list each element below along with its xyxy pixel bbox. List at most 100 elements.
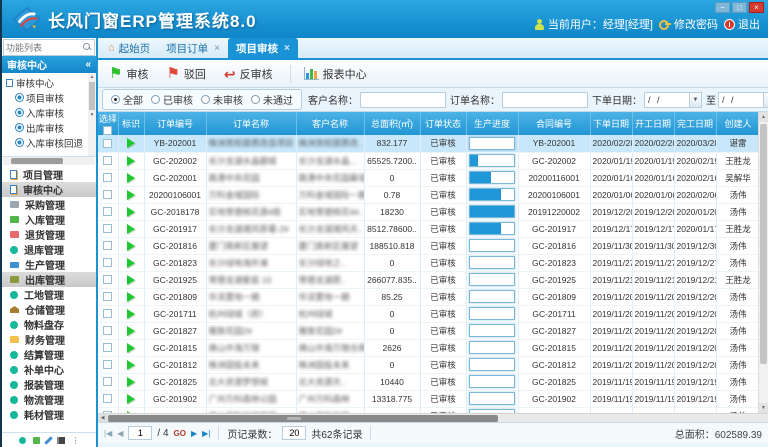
- change-password-button[interactable]: 修改密码: [659, 16, 718, 32]
- filter-text-input[interactable]: [360, 92, 446, 108]
- table-row[interactable]: GC-202001路港中央花园路港中央花园幕墙0已审核2020011600120…: [98, 169, 758, 186]
- row-checkbox[interactable]: [103, 258, 112, 267]
- scrollbar-thumb[interactable]: [108, 415, 498, 422]
- row-checkbox[interactable]: [103, 173, 112, 182]
- calendar-dropdown-icon[interactable]: ▼: [689, 93, 701, 107]
- sidebar-item-1[interactable]: 项目管理: [2, 167, 96, 182]
- table-horizontal-scrollbar[interactable]: ◀: [98, 413, 768, 422]
- sidebar-item-11[interactable]: 物料盘存: [2, 317, 96, 332]
- table-row[interactable]: GC-201812株洲国投未来株洲国投未来0已审核GC-2018122019/1…: [98, 356, 758, 373]
- function-search-input[interactable]: [6, 43, 83, 53]
- last-page-button[interactable]: ▶|: [202, 429, 210, 438]
- tab-3[interactable]: 项目审核×: [228, 38, 298, 58]
- logout-button[interactable]: 退出: [724, 16, 760, 32]
- column-header-客户名称[interactable]: 客户名称: [296, 112, 364, 135]
- sidebar-item-8[interactable]: 出库管理: [2, 272, 96, 287]
- column-header-开工日期[interactable]: 开工日期: [632, 112, 674, 135]
- table-row[interactable]: GC-201711杭州绿城（府）杭州绿城0已审核GC-2017112019/11…: [98, 305, 758, 322]
- table-vertical-scrollbar[interactable]: ▲▼: [758, 112, 768, 413]
- row-checkbox[interactable]: [103, 241, 112, 250]
- row-checkbox[interactable]: [103, 360, 112, 369]
- tab-1[interactable]: ⌂起始页: [100, 38, 158, 58]
- tree-root-item[interactable]: 审核中心: [6, 75, 88, 90]
- row-checkbox[interactable]: [103, 190, 112, 199]
- column-header-创建人[interactable]: 创建人: [716, 112, 758, 135]
- select-all-checkbox[interactable]: [103, 126, 112, 135]
- column-header-下单日期[interactable]: 下单日期: [590, 112, 632, 135]
- sidebar-item-2[interactable]: 审核中心: [2, 182, 96, 197]
- more-icon[interactable]: ⋮: [72, 437, 80, 444]
- date-input[interactable]: / /▼: [718, 92, 768, 108]
- sidebar-item-15[interactable]: 报装管理: [2, 377, 96, 392]
- dot-icon[interactable]: [19, 437, 26, 444]
- calendar-dropdown-icon[interactable]: ▼: [763, 93, 768, 107]
- tree-item-4[interactable]: 入库审核回退: [6, 135, 88, 150]
- next-page-button[interactable]: ▶: [191, 429, 197, 438]
- sidebar-item-9[interactable]: 工地管理: [2, 287, 96, 302]
- row-checkbox[interactable]: [103, 309, 112, 318]
- sidebar-item-16[interactable]: 物流管理: [2, 392, 96, 407]
- date-input[interactable]: / /▼: [644, 92, 702, 108]
- sidebar-item-6[interactable]: 退库管理: [2, 242, 96, 257]
- sidebar-item-13[interactable]: 结算管理: [2, 347, 96, 362]
- tab-close-icon[interactable]: ×: [284, 43, 290, 54]
- column-header-订单编号[interactable]: 订单编号: [144, 112, 206, 135]
- sidebar-item-10[interactable]: 仓储管理: [2, 302, 96, 317]
- table-row[interactable]: GC-201809华滨置地一期华滨置地一期85.25已审核GC-20180920…: [98, 288, 758, 305]
- first-page-button[interactable]: |◀: [104, 429, 112, 438]
- tree-vertical-scrollbar[interactable]: ▲▼: [88, 73, 96, 156]
- radio-未通过[interactable]: 未通过: [251, 92, 293, 107]
- sidebar-item-14[interactable]: 补单中心: [2, 362, 96, 377]
- search-icon[interactable]: [83, 43, 92, 52]
- tree-item-1[interactable]: 项目审核: [6, 90, 88, 105]
- toolbar-button-报表中心[interactable]: 报表中心: [299, 63, 376, 85]
- close-button[interactable]: ×: [749, 2, 764, 13]
- table-row[interactable]: GC-201816厦门高新区展望厦门高新区展望188510.818已审核GC-2…: [98, 237, 758, 254]
- column-header-订单状态[interactable]: 订单状态: [420, 112, 466, 135]
- go-button[interactable]: GO: [174, 429, 186, 438]
- column-header-订单名称[interactable]: 订单名称: [206, 112, 296, 135]
- row-checkbox[interactable]: [103, 275, 112, 284]
- row-checkbox[interactable]: [103, 292, 112, 301]
- column-header-生产进度[interactable]: 生产进度: [466, 112, 518, 135]
- sidebar-item-3[interactable]: 采购管理: [2, 197, 96, 212]
- table-row[interactable]: GC-201917长沙龙湖湘风原著-2#长沙龙湖湘风天..8512.78600.…: [98, 220, 758, 237]
- table-row[interactable]: GC-201925常德龙湖紫宸 10常德龙湖原..266077.835..已审核…: [98, 271, 758, 288]
- table-row[interactable]: GC-202002长沙龙湖水晶郦城长沙龙湖水晶...65525.7200..已审…: [98, 152, 758, 169]
- table-row[interactable]: 20200106001万科金域国际万科金域国际一期0.78已审核20200106…: [98, 186, 758, 203]
- row-checkbox[interactable]: [103, 343, 112, 352]
- radio-未审核[interactable]: 未审核: [201, 92, 243, 107]
- sidebar-item-4[interactable]: 入库管理: [2, 212, 96, 227]
- prev-page-button[interactable]: ◀: [117, 429, 123, 438]
- row-checkbox[interactable]: [103, 139, 112, 148]
- tab-2[interactable]: 项目订单×: [158, 38, 228, 58]
- toolbar-button-审核[interactable]: ⚑审核: [104, 63, 157, 85]
- toolbar-button-反审核[interactable]: ↩反审核: [219, 63, 282, 85]
- table-row[interactable]: YB-202001株洲党校提质改造项目株洲党校提质改...832.177已审核Y…: [98, 135, 758, 152]
- sidebar-item-5[interactable]: 退货管理: [2, 227, 96, 242]
- tree-item-2[interactable]: 入库审核: [6, 105, 88, 120]
- scroll-left-icon[interactable]: ◀: [98, 414, 107, 422]
- page-size-input[interactable]: [282, 426, 306, 440]
- cart-icon[interactable]: [33, 437, 40, 444]
- row-checkbox[interactable]: [103, 224, 112, 233]
- collapse-icon[interactable]: «: [85, 59, 91, 70]
- page-number-input[interactable]: [128, 426, 152, 440]
- minimize-button[interactable]: −: [715, 2, 730, 13]
- table-row[interactable]: GC-201815佛山中海万锦佛山中海万锦仓库2626已审核GC-2018152…: [98, 339, 758, 356]
- filter-text-input[interactable]: [502, 92, 588, 108]
- row-checkbox[interactable]: [103, 377, 112, 386]
- table-row[interactable]: GC-201825北大资源梦想城北大资源天..10440已审核GC-201825…: [98, 373, 758, 390]
- column-header-完工日期[interactable]: 完工日期: [674, 112, 716, 135]
- row-checkbox[interactable]: [103, 326, 112, 335]
- table-row[interactable]: GC-201827雅致花园2#雅致花园2#0已审核GC-2018272019/1…: [98, 322, 758, 339]
- tree-horizontal-scrollbar[interactable]: [3, 157, 95, 165]
- toolbar-button-驳回[interactable]: ⚑驳回: [161, 63, 214, 85]
- table-row[interactable]: GC-201902广州万科森林公园广州万科森林13318.775已审核GC-20…: [98, 390, 758, 407]
- tree-item-3[interactable]: 出库审核: [6, 120, 88, 135]
- row-checkbox[interactable]: [103, 394, 112, 403]
- sidebar-item-17[interactable]: 耗材管理: [2, 407, 96, 422]
- table-row[interactable]: GC-201823长沙绿地海外滩长沙绿地之..0已审核GC-2018232019…: [98, 254, 758, 271]
- maximize-button[interactable]: □: [732, 2, 747, 13]
- sidebar-item-12[interactable]: 财务管理: [2, 332, 96, 347]
